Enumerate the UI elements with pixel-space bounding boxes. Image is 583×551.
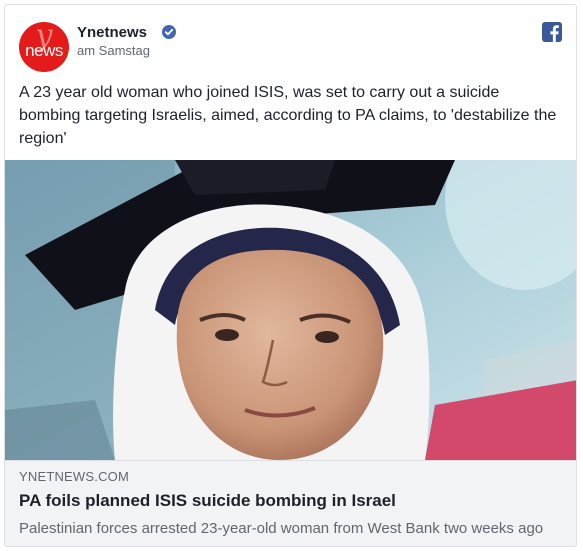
article-photo[interactable]: [5, 160, 577, 460]
page-name-link[interactable]: Ynetnews: [77, 24, 147, 41]
post-text: A 23 year old woman who joined ISIS, was…: [19, 84, 557, 147]
link-description: Palestinian forces arrested 23-year-old …: [19, 520, 544, 537]
verified-check-icon: [162, 25, 176, 39]
facebook-icon[interactable]: [542, 22, 562, 42]
page-avatar[interactable]: y news: [19, 22, 69, 72]
post-header: y news Ynetnews am Samstag: [5, 5, 576, 79]
link-headline[interactable]: PA foils planned ISIS suicide bombing in…: [19, 491, 396, 511]
post-timestamp[interactable]: am Samstag: [77, 43, 150, 58]
link-domain: YNETNEWS.COM: [19, 469, 130, 484]
avatar-logo-text: news: [25, 41, 63, 60]
facebook-post-card: y news Ynetnews am Samstag A 23 year old…: [4, 4, 577, 547]
link-preview[interactable]: YNETNEWS.COM PA foils planned ISIS suici…: [5, 460, 576, 546]
